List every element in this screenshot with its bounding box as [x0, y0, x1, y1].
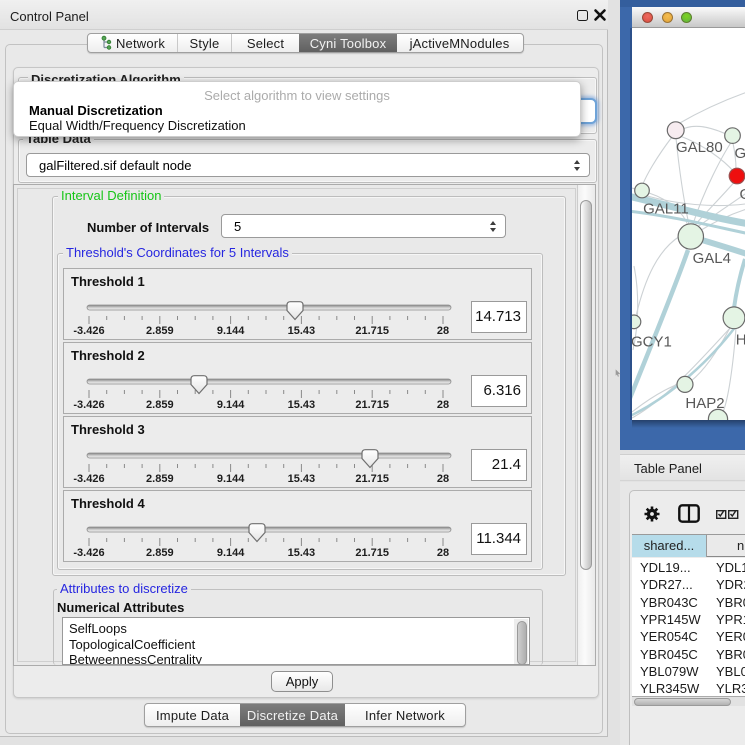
svg-text:9.144: 9.144	[217, 325, 245, 337]
svg-text:GAL11: GAL11	[643, 201, 689, 218]
svg-text:-3.426: -3.426	[73, 547, 104, 559]
svg-text:2.859: 2.859	[146, 399, 174, 411]
svg-text:9.144: 9.144	[217, 547, 245, 559]
svg-text:2.859: 2.859	[146, 547, 174, 559]
svg-text:21.715: 21.715	[355, 399, 389, 411]
svg-text:28: 28	[437, 399, 449, 411]
svg-text:28: 28	[437, 325, 449, 337]
svg-text:G: G	[740, 186, 745, 203]
svg-text:H: H	[736, 331, 745, 348]
svg-text:2.859: 2.859	[146, 325, 174, 337]
svg-text:-3.426: -3.426	[73, 325, 104, 337]
svg-text:15.43: 15.43	[288, 399, 316, 411]
svg-text:28: 28	[437, 473, 449, 485]
svg-text:GA: GA	[735, 145, 745, 162]
svg-text:15.43: 15.43	[288, 547, 316, 559]
svg-text:15.43: 15.43	[288, 473, 316, 485]
svg-text:GAL4: GAL4	[693, 250, 731, 267]
svg-text:21.715: 21.715	[355, 547, 389, 559]
svg-text:HAP2: HAP2	[685, 395, 724, 412]
svg-text:9.144: 9.144	[217, 399, 245, 411]
svg-text:9.144: 9.144	[217, 473, 245, 485]
svg-text:-3.426: -3.426	[73, 473, 104, 485]
svg-text:-3.426: -3.426	[73, 399, 104, 411]
svg-text:15.43: 15.43	[288, 325, 316, 337]
svg-text:28: 28	[437, 547, 449, 559]
svg-text:2.859: 2.859	[146, 473, 174, 485]
svg-text:21.715: 21.715	[355, 473, 389, 485]
svg-text:GCY1: GCY1	[632, 333, 672, 350]
svg-text:GAL80: GAL80	[676, 139, 723, 156]
svg-text:21.715: 21.715	[355, 325, 389, 337]
